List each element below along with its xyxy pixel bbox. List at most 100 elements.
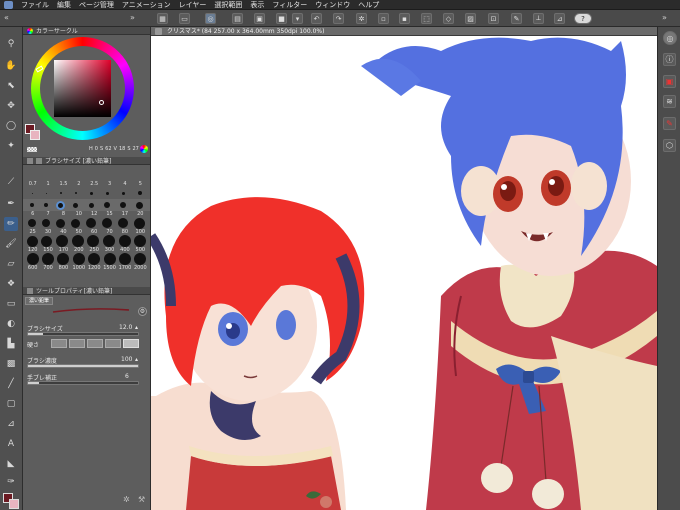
material-icon[interactable]: ⬡ — [663, 139, 676, 152]
size-label[interactable]: 8 — [56, 211, 71, 217]
collapse-panel-icon[interactable]: » — [130, 13, 135, 22]
density-value[interactable]: 100 — [121, 356, 132, 363]
pencil-tool-icon[interactable]: ✏ — [4, 217, 18, 231]
figure-tool-icon[interactable]: ╱ — [4, 377, 18, 391]
size-label[interactable]: 700 — [41, 265, 56, 271]
tool-tab[interactable]: 濃い鉛筆 — [25, 297, 54, 305]
transform-icon[interactable]: ⬚ — [421, 13, 432, 24]
clear-icon[interactable]: ▫ — [378, 13, 389, 24]
snap-icon[interactable]: ⟂ — [533, 13, 544, 24]
collapse-left-icon[interactable]: « — [4, 13, 9, 22]
menu-file[interactable]: ファイル — [21, 0, 49, 10]
color-mode-icon[interactable] — [140, 145, 148, 153]
eyedropper-tool-icon[interactable]: ⟋ — [4, 175, 18, 189]
density-pressure-icon[interactable]: ▴ — [135, 356, 138, 363]
menu-help[interactable]: ヘルプ — [358, 0, 379, 10]
size-label[interactable]: 2.5 — [87, 181, 102, 187]
layers-icon[interactable]: ≋ — [663, 95, 676, 108]
sub-color-swatch[interactable] — [9, 499, 19, 509]
ruler-tool-icon[interactable]: ⊿ — [4, 417, 18, 431]
deselect-icon[interactable]: ◇ — [443, 13, 454, 24]
size-label[interactable]: 60 — [87, 229, 102, 235]
pen-settings-icon[interactable]: ✎ — [511, 13, 522, 24]
size-label[interactable]: 20 — [133, 211, 148, 217]
frame-tool-icon[interactable]: ▢ — [4, 397, 18, 411]
undo-icon[interactable]: ↶ — [311, 13, 322, 24]
spiral-icon[interactable]: ◎ — [205, 13, 216, 24]
pen-tool-icon[interactable]: ✒ — [4, 197, 18, 211]
zoom-tool-icon[interactable]: ⚲ — [4, 37, 18, 51]
hardness-option-3[interactable] — [87, 339, 103, 348]
brush-size-value[interactable]: 12.0 — [119, 324, 132, 331]
panel-sub-color[interactable] — [30, 130, 40, 140]
size-label[interactable]: 10 — [71, 211, 86, 217]
panel-tab-icon[interactable] — [27, 157, 33, 164]
lasso-tool-icon[interactable]: ◯ — [4, 119, 18, 133]
pen-pressure-icon[interactable]: ✎ — [663, 117, 676, 130]
size-label[interactable]: 3 — [102, 181, 117, 187]
size-label[interactable]: 6 — [25, 211, 40, 217]
gradient-tool-icon[interactable]: ▩ — [4, 357, 18, 371]
size-label[interactable]: 800 — [56, 265, 71, 271]
hardness-option-2[interactable] — [69, 339, 85, 348]
size-label[interactable]: 1700 — [117, 265, 132, 271]
ruler-snap-icon[interactable]: ⊿ — [554, 13, 565, 24]
balloon-tool-icon[interactable]: ◣ — [4, 457, 18, 471]
brush-tool-icon[interactable]: 🖌 — [4, 237, 18, 251]
canvas-tab-close-icon[interactable] — [155, 28, 162, 35]
select-tool-icon[interactable]: ⬉ — [4, 79, 18, 93]
density-slider[interactable] — [27, 364, 139, 368]
new-icon[interactable]: ▭ — [179, 13, 190, 24]
dropdown-icon[interactable]: ▾ — [292, 13, 303, 24]
invert-selection-icon[interactable]: ⊡ — [488, 13, 499, 24]
size-label[interactable]: 0.7 — [25, 181, 40, 187]
size-label[interactable]: 4 — [117, 181, 132, 187]
navigator-icon[interactable]: ◎ — [663, 31, 677, 45]
panel-tab-icon-2[interactable] — [36, 157, 42, 164]
size-label[interactable]: 600 — [25, 265, 40, 271]
stabilization-value[interactable]: 6 — [125, 373, 129, 380]
menu-filter[interactable]: フィルター — [272, 0, 307, 10]
panel-wrench-icon[interactable]: ⚒ — [138, 495, 148, 505]
size-label[interactable]: 1200 — [87, 265, 102, 271]
size-label[interactable]: 25 — [25, 229, 40, 235]
menu-edit[interactable]: 編集 — [57, 0, 71, 10]
spinner-icon[interactable]: ✲ — [356, 13, 367, 24]
stabilization-slider[interactable] — [27, 381, 139, 385]
size-label[interactable]: 40 — [56, 229, 71, 235]
menu-view[interactable]: 表示 — [250, 0, 264, 10]
size-label[interactable]: 15 — [102, 211, 117, 217]
hardness-option-4[interactable] — [105, 339, 121, 348]
fill-icon[interactable]: ▨ — [465, 13, 476, 24]
size-label[interactable]: 1.5 — [56, 181, 71, 187]
redo-icon[interactable]: ↷ — [333, 13, 344, 24]
grid-icon[interactable]: ▦ — [157, 13, 168, 24]
size-label[interactable]: 30 — [41, 229, 56, 235]
airbrush-tool-icon[interactable]: ▱ — [4, 257, 18, 271]
fill-tool-icon[interactable]: ▙ — [4, 337, 18, 351]
layer-property-icon[interactable]: ⓘ — [663, 53, 676, 66]
illustration-canvas[interactable] — [151, 36, 657, 510]
brush-size-pressure-icon[interactable]: ▴ — [135, 324, 138, 331]
hardness-option-1[interactable] — [51, 339, 67, 348]
hardness-option-5[interactable] — [123, 339, 139, 348]
menu-animation[interactable]: アニメーション — [122, 0, 171, 10]
menu-layer[interactable]: レイヤー — [179, 0, 207, 10]
size-label[interactable]: 12 — [87, 211, 102, 217]
color-set-icon[interactable]: ▣ — [663, 75, 676, 88]
collapse-right-icon[interactable]: » — [662, 13, 667, 22]
clear-outside-icon[interactable]: ▪ — [399, 13, 410, 24]
transparent-color-swatch[interactable] — [27, 147, 37, 152]
new-file-icon[interactable]: ▤ — [232, 13, 243, 24]
open-icon[interactable]: ▣ — [254, 13, 265, 24]
save-icon[interactable]: ■ — [276, 13, 287, 24]
canvas-tab[interactable]: クリスマス* (84 257.00 x 364.00mm 350dpi 100.… — [151, 27, 657, 36]
size-label[interactable]: 1 — [41, 181, 56, 187]
text-tool-icon[interactable]: A — [4, 437, 18, 451]
size-label[interactable]: 2000 — [133, 265, 148, 271]
menu-window[interactable]: ウィンドウ — [315, 0, 350, 10]
tool-settings-icon[interactable]: ⚙ — [138, 307, 147, 316]
menu-page-management[interactable]: ページ管理 — [79, 0, 114, 10]
brush-size-slider[interactable] — [27, 332, 139, 336]
size-label[interactable]: 5 — [133, 181, 148, 187]
